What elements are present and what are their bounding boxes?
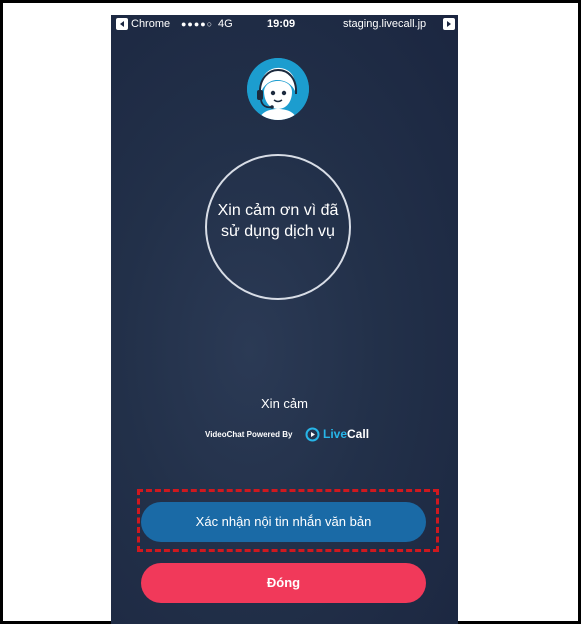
brand-name-prefix: Live <box>323 427 348 441</box>
forward-icon[interactable] <box>443 18 455 30</box>
carrier-label: Chrome <box>131 18 171 30</box>
livecall-logo-icon <box>305 427 320 442</box>
thank-you-circle: Xin cảm ơn vì đã sử dụng dịch vụ <box>205 154 351 300</box>
thank-you-message: Xin cảm ơn vì đã sử dụng dịch vụ <box>217 202 339 240</box>
brand-name-suffix: Call <box>347 427 370 441</box>
confirm-text-message-button[interactable]: Xác nhận nội tin nhắn văn bản <box>141 502 426 542</box>
operator-avatar-icon <box>247 58 309 120</box>
caption-text: Xin cảm <box>261 396 308 411</box>
page-url: staging.livecall.jp <box>343 18 427 30</box>
close-button[interactable]: Đóng <box>141 563 426 603</box>
phone-screen: Chrome ●●●●○ 4G 19:09 staging.livecall.j… <box>111 15 458 624</box>
network-type: 4G <box>218 18 233 30</box>
status-bar: Chrome ●●●●○ 4G 19:09 staging.livecall.j… <box>111 15 458 35</box>
signal-strength-icon: ●●●●○ <box>181 19 214 29</box>
powered-by-text: VideoChat Powered By <box>205 430 293 439</box>
status-time: 19:09 <box>267 18 296 30</box>
brand-name: LiveCall <box>323 427 369 441</box>
back-to-app-icon[interactable] <box>116 18 128 30</box>
